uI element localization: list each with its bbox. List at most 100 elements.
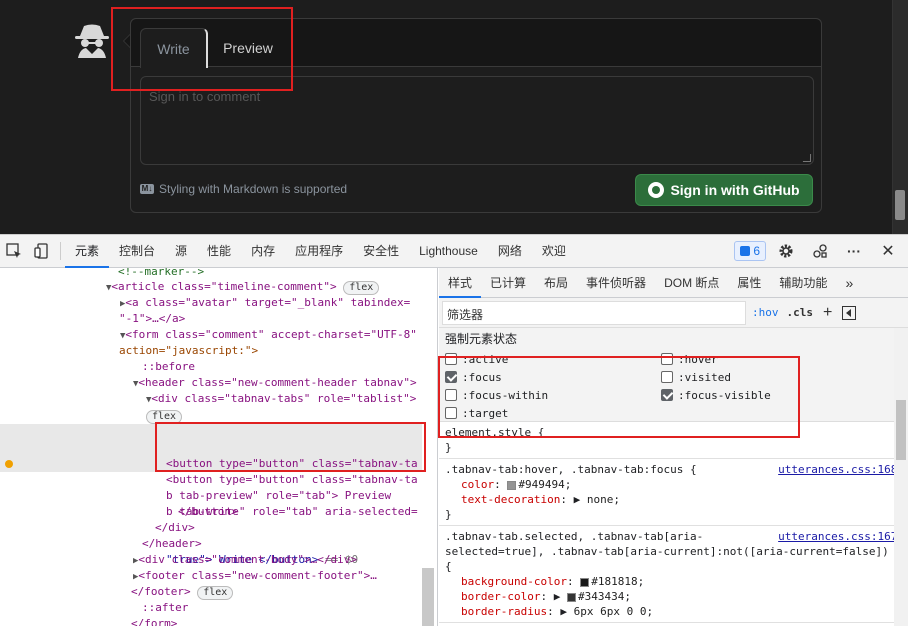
tab-lighthouse[interactable]: Lighthouse bbox=[409, 235, 488, 268]
tab-dom-breakpoints[interactable]: DOM 断点 bbox=[655, 268, 728, 298]
force-state-title: 强制元素状态 bbox=[439, 328, 908, 350]
settings-gear-icon[interactable] bbox=[772, 239, 800, 263]
tab-computed[interactable]: 已计算 bbox=[481, 268, 535, 298]
styles-scroll-thumb[interactable] bbox=[896, 400, 906, 460]
issues-icon bbox=[740, 246, 751, 256]
dom-comment-body[interactable]: ▶<div class="comment-body">…</div> bbox=[0, 552, 422, 569]
state-active-checkbox[interactable]: :active bbox=[445, 350, 508, 368]
connections-icon[interactable] bbox=[806, 239, 834, 263]
dom-button-write[interactable]: <button type="button" class="tabnav-ta b… bbox=[0, 424, 422, 566]
inspect-element-icon[interactable] bbox=[0, 239, 28, 263]
more-tabs-icon[interactable]: » bbox=[836, 268, 862, 298]
tab-styles[interactable]: 样式 bbox=[439, 268, 482, 298]
page-scrollbar[interactable] bbox=[892, 0, 908, 234]
preview-tab[interactable]: Preview bbox=[213, 28, 283, 68]
tab-accessibility[interactable]: 辅助功能 bbox=[770, 268, 836, 298]
state-focus-within-checkbox[interactable]: :focus-within bbox=[445, 386, 548, 404]
styles-filter-input[interactable]: 筛选器 bbox=[442, 300, 746, 325]
dom-header-close[interactable]: </header> bbox=[0, 536, 422, 552]
color-swatch[interactable] bbox=[580, 577, 590, 587]
page-preview: Write Preview Sign in to comment M↓ Styl… bbox=[0, 0, 908, 234]
rule-source-link[interactable]: utterances.css:1679 bbox=[778, 529, 904, 544]
state-visited-checkbox[interactable]: :visited bbox=[661, 368, 731, 386]
sign-in-github-button[interactable]: Sign in with GitHub bbox=[635, 174, 813, 206]
markdown-note-text: Styling with Markdown is supported bbox=[159, 182, 348, 196]
issues-badge[interactable]: 6 bbox=[734, 241, 766, 261]
markdown-note[interactable]: M↓ Styling with Markdown is supported bbox=[140, 182, 347, 196]
dom-flex-badge-line[interactable]: flex bbox=[0, 408, 422, 424]
issues-count: 6 bbox=[753, 244, 760, 258]
dom-div-close[interactable]: </div> bbox=[0, 520, 422, 536]
more-options-icon[interactable]: ··· bbox=[840, 239, 868, 263]
state-focus-visible-checkbox[interactable]: :focus-visible bbox=[661, 386, 771, 404]
dom-form-close[interactable]: </form> bbox=[0, 616, 422, 626]
resize-grip-icon[interactable] bbox=[802, 154, 812, 162]
tab-layout[interactable]: 布局 bbox=[535, 268, 577, 298]
state-focus-checkbox[interactable]: :focus bbox=[445, 368, 502, 386]
element-style-rule[interactable]: element.style { } bbox=[439, 422, 908, 459]
force-state-grid: :active :hover :focus :visited :focus-wi… bbox=[439, 350, 908, 422]
dom-avatar-link-cont[interactable]: "-1">…</a> bbox=[0, 311, 422, 327]
tab-security[interactable]: 安全性 bbox=[353, 235, 409, 268]
comment-textarea[interactable]: Sign in to comment bbox=[140, 76, 814, 165]
dom-article[interactable]: ▼<article class="timeline-comment"> flex bbox=[0, 279, 422, 296]
tab-sources[interactable]: 源 bbox=[165, 235, 197, 268]
dom-avatar-link[interactable]: ▶<a class="avatar" target="_blank" tabin… bbox=[0, 295, 422, 312]
device-toolbar-icon[interactable] bbox=[28, 239, 56, 263]
tab-performance[interactable]: 性能 bbox=[197, 235, 241, 268]
rule-source-link[interactable]: utterances.css:1684 bbox=[778, 462, 904, 477]
rule-selector[interactable]: .tabnav-tab:hover, .tabnav-tab:focus { bbox=[445, 463, 697, 476]
dom-after[interactable]: ::after bbox=[0, 600, 422, 616]
comment-form: Write Preview Sign in to comment M↓ Styl… bbox=[130, 18, 822, 213]
tab-memory[interactable]: 内存 bbox=[241, 235, 285, 268]
hov-toggle[interactable]: :hov bbox=[752, 306, 779, 319]
style-rule-hover-focus[interactable]: .tabnav-tab:hover, .tabnav-tab:focus { ut… bbox=[439, 459, 908, 526]
write-tab[interactable]: Write bbox=[140, 28, 208, 68]
dom-div-tabs[interactable]: ▼<div class="tabnav-tabs" role="tablist"… bbox=[0, 391, 422, 408]
checkbox-icon bbox=[445, 389, 457, 401]
color-swatch[interactable] bbox=[507, 480, 517, 490]
dom-button-close[interactable]: </button> bbox=[0, 504, 422, 520]
new-rule-icon[interactable]: + bbox=[823, 304, 832, 322]
state-hover-checkbox[interactable]: :hover bbox=[661, 350, 718, 368]
close-devtools-icon[interactable]: ✕ bbox=[874, 239, 902, 263]
cls-toggle[interactable]: .cls bbox=[787, 306, 814, 319]
style-rule-selected[interactable]: .tabnav-tab.selected, .tabnav-tab[aria- … bbox=[439, 526, 908, 623]
styles-scrollbar[interactable] bbox=[894, 328, 908, 626]
elements-scrollbar[interactable] bbox=[422, 568, 434, 626]
dom-form[interactable]: ▼<form class="comment" accept-charset="U… bbox=[0, 327, 422, 344]
dom-button-preview[interactable]: <button type="button" class="tabnav-ta bbox=[0, 472, 422, 488]
tab-welcome[interactable]: 欢迎 bbox=[532, 235, 576, 268]
dom-before[interactable]: ::before bbox=[0, 359, 422, 375]
styles-pane: 样式 已计算 布局 事件侦听器 DOM 断点 属性 辅助功能 » 筛选器 :ho… bbox=[439, 268, 908, 626]
dom-footer[interactable]: ▶<footer class="new-comment-footer">… bbox=[0, 568, 422, 585]
tab-properties[interactable]: 属性 bbox=[728, 268, 770, 298]
dom-header[interactable]: ▼<header class="new-comment-header tabna… bbox=[0, 375, 422, 392]
flex-badge[interactable]: flex bbox=[146, 410, 183, 424]
anonymous-avatar-icon[interactable] bbox=[72, 22, 112, 58]
selected-node-indicator bbox=[5, 460, 13, 468]
page-scroll-thumb[interactable] bbox=[895, 190, 905, 220]
flex-badge[interactable]: flex bbox=[197, 586, 234, 600]
comment-placeholder: Sign in to comment bbox=[149, 89, 261, 104]
checkbox-icon bbox=[445, 353, 457, 365]
dom-form-cont[interactable]: action="javascript:"> bbox=[0, 343, 422, 359]
styles-tabbar: 样式 已计算 布局 事件侦听器 DOM 断点 属性 辅助功能 » bbox=[439, 268, 908, 298]
flex-badge[interactable]: flex bbox=[343, 281, 380, 295]
tab-header: Write Preview bbox=[131, 19, 821, 68]
toggle-sidebar-icon[interactable] bbox=[842, 305, 857, 320]
tab-elements[interactable]: 元素 bbox=[65, 235, 110, 268]
color-swatch[interactable] bbox=[566, 592, 576, 602]
state-target-checkbox[interactable]: :target bbox=[445, 404, 508, 422]
tab-event-listeners[interactable]: 事件侦听器 bbox=[577, 268, 655, 298]
checkbox-icon bbox=[661, 353, 673, 365]
tab-network[interactable]: 网络 bbox=[488, 235, 532, 268]
elements-tree[interactable]: <!--marker--> ▼<article class="timeline-… bbox=[0, 268, 438, 626]
dom-button-preview-cont[interactable]: b tab-preview" role="tab"> Preview bbox=[0, 488, 422, 504]
tab-application[interactable]: 应用程序 bbox=[285, 235, 353, 268]
tab-console[interactable]: 控制台 bbox=[109, 235, 165, 268]
devtools-toolbar: 元素 控制台 源 性能 内存 应用程序 安全性 Lighthouse 网络 欢迎… bbox=[0, 235, 908, 268]
sign-in-label: Sign in with GitHub bbox=[670, 182, 800, 198]
dom-footer-close[interactable]: </footer> flex bbox=[0, 584, 422, 600]
comment-pointer bbox=[123, 34, 130, 48]
